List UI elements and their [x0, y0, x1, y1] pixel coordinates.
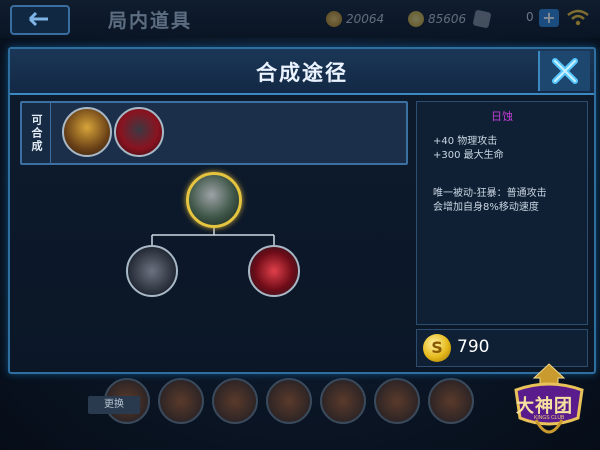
currency-coupon: 20064	[326, 9, 384, 29]
component-item-red-gem[interactable]	[248, 245, 300, 297]
gold-coin-icon	[408, 11, 424, 27]
item-stat: +300 最大生命	[433, 150, 504, 161]
bg-item-slot	[374, 378, 420, 424]
gold-coin-icon: S	[423, 334, 451, 362]
item-name: 日蚀	[491, 110, 513, 123]
recharge-button[interactable]: +	[539, 9, 559, 27]
gold-value: 85606	[428, 12, 467, 26]
diamond-icon	[472, 9, 492, 29]
item-price: 790	[457, 337, 490, 357]
bg-item-slot	[320, 378, 366, 424]
component-item-blade[interactable]	[126, 245, 178, 297]
item-info-panel: 日蚀 +40 物理攻击 +300 最大生命 唯一被动-狂暴：普通攻击 会增加自身…	[416, 101, 588, 325]
bg-item-slot	[158, 378, 204, 424]
top-bar: 局内道具 20064 85606 0 +	[0, 0, 600, 38]
swap-button[interactable]: 更换	[88, 396, 140, 414]
back-arrow-icon	[28, 11, 48, 27]
item-passive: 会增加自身8%移动速度	[433, 202, 539, 213]
bg-item-slot	[212, 378, 258, 424]
item-passive: 唯一被动-狂暴：普通攻击	[433, 188, 547, 199]
page-title: 局内道具	[108, 10, 193, 32]
wifi-icon	[567, 9, 589, 26]
coupon-value: 20064	[346, 12, 385, 26]
game-screen: 局内道具 20064 85606 0 + 更换 合成途径 可合成 日蚀 +40 …	[0, 0, 600, 450]
back-button[interactable]	[10, 5, 70, 35]
item-stat: +40 物理攻击	[433, 136, 498, 147]
logo-subtext: KINGS CLUB	[534, 415, 565, 421]
bg-item-slot	[428, 378, 474, 424]
diamond-value: 0	[526, 10, 534, 24]
coupon-icon	[326, 11, 342, 27]
currency-gold: 85606	[408, 9, 466, 29]
selected-item-hammer[interactable]	[186, 172, 242, 228]
bg-item-slot	[266, 378, 312, 424]
synthesis-path-dialog: 合成途径 可合成 日蚀 +40 物理攻击 +300 最大生命 唯一被动-狂暴：普…	[8, 47, 596, 374]
